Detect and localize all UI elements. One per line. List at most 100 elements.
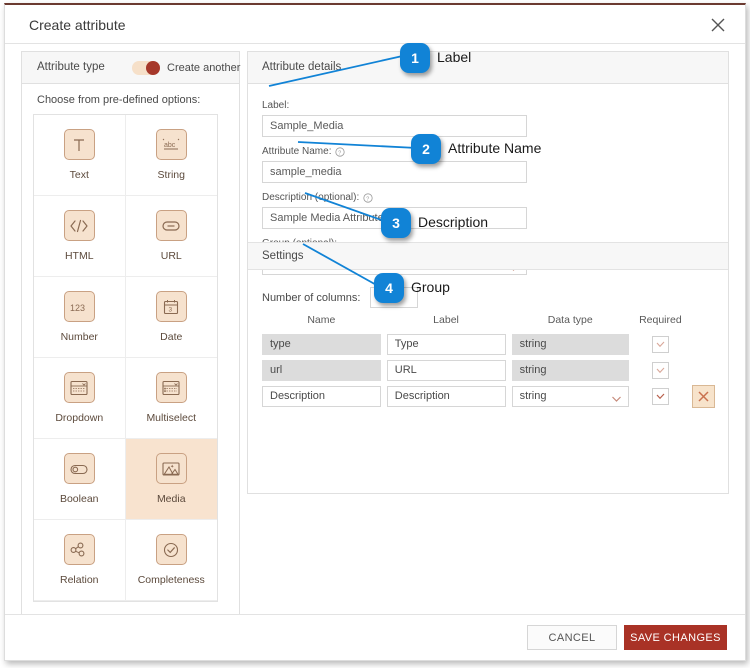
row-datatype-value: string [520, 390, 547, 402]
description-field-label: Description (optional): ? [262, 192, 714, 203]
row-name-input[interactable]: Description [262, 386, 381, 407]
row-required-checkbox[interactable] [652, 336, 669, 353]
dialog-titlebar: Create attribute [5, 5, 745, 44]
save-changes-button[interactable]: SAVE CHANGES [624, 625, 727, 650]
svg-text:?: ? [366, 196, 369, 202]
row-required-checkbox[interactable] [652, 362, 669, 379]
type-option-media[interactable]: Media [126, 439, 218, 520]
number-123-icon: 123 [64, 291, 95, 322]
calendar-icon: 3 [156, 291, 187, 322]
row-delete-cell [692, 385, 717, 408]
type-option-label: Date [160, 331, 182, 343]
row-required-checkbox[interactable] [652, 388, 669, 405]
row-name-value: url [262, 360, 381, 381]
description-field-label-text: Description (optional): [262, 192, 359, 203]
help-circle-icon[interactable]: ? [363, 193, 373, 203]
toggle-switch-icon [132, 61, 160, 75]
attribute-name-field-label: Attribute Name: ? [262, 146, 714, 157]
close-icon[interactable] [707, 15, 729, 35]
column-header-datatype: Data type [511, 314, 629, 331]
type-option-html[interactable]: HTML [34, 196, 126, 277]
relation-nodes-icon [64, 534, 95, 565]
svg-text:?: ? [339, 150, 342, 156]
help-circle-icon[interactable]: ? [335, 147, 345, 157]
create-another-toggle[interactable]: Create another [132, 61, 240, 75]
label-input[interactable] [262, 115, 527, 137]
row-label-input[interactable]: URL [387, 360, 506, 381]
type-option-date[interactable]: 3 Date [126, 277, 218, 358]
type-option-label: Boolean [60, 493, 99, 505]
attribute-type-header: Attribute type Create another [22, 52, 239, 84]
row-label-input[interactable]: Type [387, 334, 506, 355]
multiselect-list-icon [156, 372, 187, 403]
description-input[interactable] [262, 207, 527, 229]
attribute-details-panel: Attribute details Label: Attribute Name:… [247, 51, 729, 494]
columns-table-header: Name Label Data type Required [262, 314, 717, 331]
text-t-icon [64, 129, 95, 160]
row-datatype-select[interactable]: string [512, 386, 630, 407]
type-option-label: Relation [60, 574, 99, 586]
column-header-label: Label [387, 314, 506, 331]
svg-text:abc: abc [164, 142, 176, 149]
attribute-type-panel: Attribute type Create another Choose fro… [21, 51, 240, 616]
type-option-label: String [158, 169, 185, 181]
row-name-value: type [262, 334, 381, 355]
choose-options-label: Choose from pre-defined options: [37, 94, 200, 106]
row-label-input[interactable]: Description [387, 386, 506, 407]
type-option-label: Completeness [138, 574, 205, 586]
type-option-number[interactable]: 123 Number [34, 277, 126, 358]
toggle-switch-icon [64, 453, 95, 484]
close-x-icon[interactable] [692, 385, 715, 408]
column-header-required: Required [635, 314, 686, 331]
abc-string-icon: abc [156, 129, 187, 160]
type-option-relation[interactable]: Relation [34, 520, 126, 601]
settings-section: Settings Number of columns: Name Label D… [248, 242, 728, 270]
type-option-label: Number [61, 331, 98, 343]
code-brackets-icon [64, 210, 95, 241]
type-option-multiselect[interactable]: Multiselect [126, 358, 218, 439]
dialog-footer: CANCEL SAVE CHANGES [5, 614, 745, 660]
number-of-columns-label: Number of columns: [262, 292, 360, 304]
row-datatype-value: string [512, 334, 630, 355]
columns-table: Name Label Data type Required type Type … [262, 314, 717, 409]
type-option-boolean[interactable]: Boolean [34, 439, 126, 520]
chevron-down-icon [611, 391, 622, 410]
type-option-text[interactable]: Text [34, 115, 126, 196]
type-option-label: Multiselect [146, 412, 196, 424]
attribute-type-grid: Text abc String [33, 114, 218, 602]
column-header-name: Name [262, 314, 381, 331]
type-option-url[interactable]: URL [126, 196, 218, 277]
type-option-dropdown[interactable]: Dropdown [34, 358, 126, 439]
svg-text:123: 123 [70, 303, 85, 313]
cancel-button[interactable]: CANCEL [527, 625, 617, 650]
row-required-cell [635, 336, 685, 353]
type-option-label: URL [161, 250, 182, 262]
dialog-title: Create attribute [29, 17, 126, 33]
table-row: type Type string [262, 331, 717, 357]
create-another-label: Create another [167, 62, 240, 74]
link-icon [156, 210, 187, 241]
attribute-details-title: Attribute details [262, 61, 341, 73]
type-option-label: Text [70, 169, 89, 181]
create-attribute-dialog: Create attribute Attribute type Create a… [4, 3, 746, 661]
row-required-cell [635, 362, 685, 379]
type-option-completeness[interactable]: Completeness [126, 520, 218, 601]
row-required-cell [635, 388, 685, 405]
type-option-string[interactable]: abc String [126, 115, 218, 196]
number-of-columns-row: Number of columns: [262, 287, 418, 308]
type-option-label: HTML [65, 250, 94, 262]
row-datatype-value: string [512, 360, 630, 381]
table-row: Description Description string [262, 383, 717, 409]
attribute-name-field-label-text: Attribute Name: [262, 146, 331, 157]
label-field-label: Label: [262, 100, 714, 111]
attribute-type-title: Attribute type [37, 61, 105, 73]
settings-title: Settings [262, 250, 304, 262]
type-option-label: Dropdown [55, 412, 103, 424]
image-mountain-icon [156, 453, 187, 484]
svg-text:3: 3 [169, 306, 173, 313]
dialog-body: Attribute type Create another Choose fro… [5, 45, 745, 620]
dropdown-list-icon [64, 372, 95, 403]
attribute-name-input[interactable] [262, 161, 527, 183]
number-of-columns-input[interactable] [370, 287, 418, 308]
table-row: url URL string [262, 357, 717, 383]
